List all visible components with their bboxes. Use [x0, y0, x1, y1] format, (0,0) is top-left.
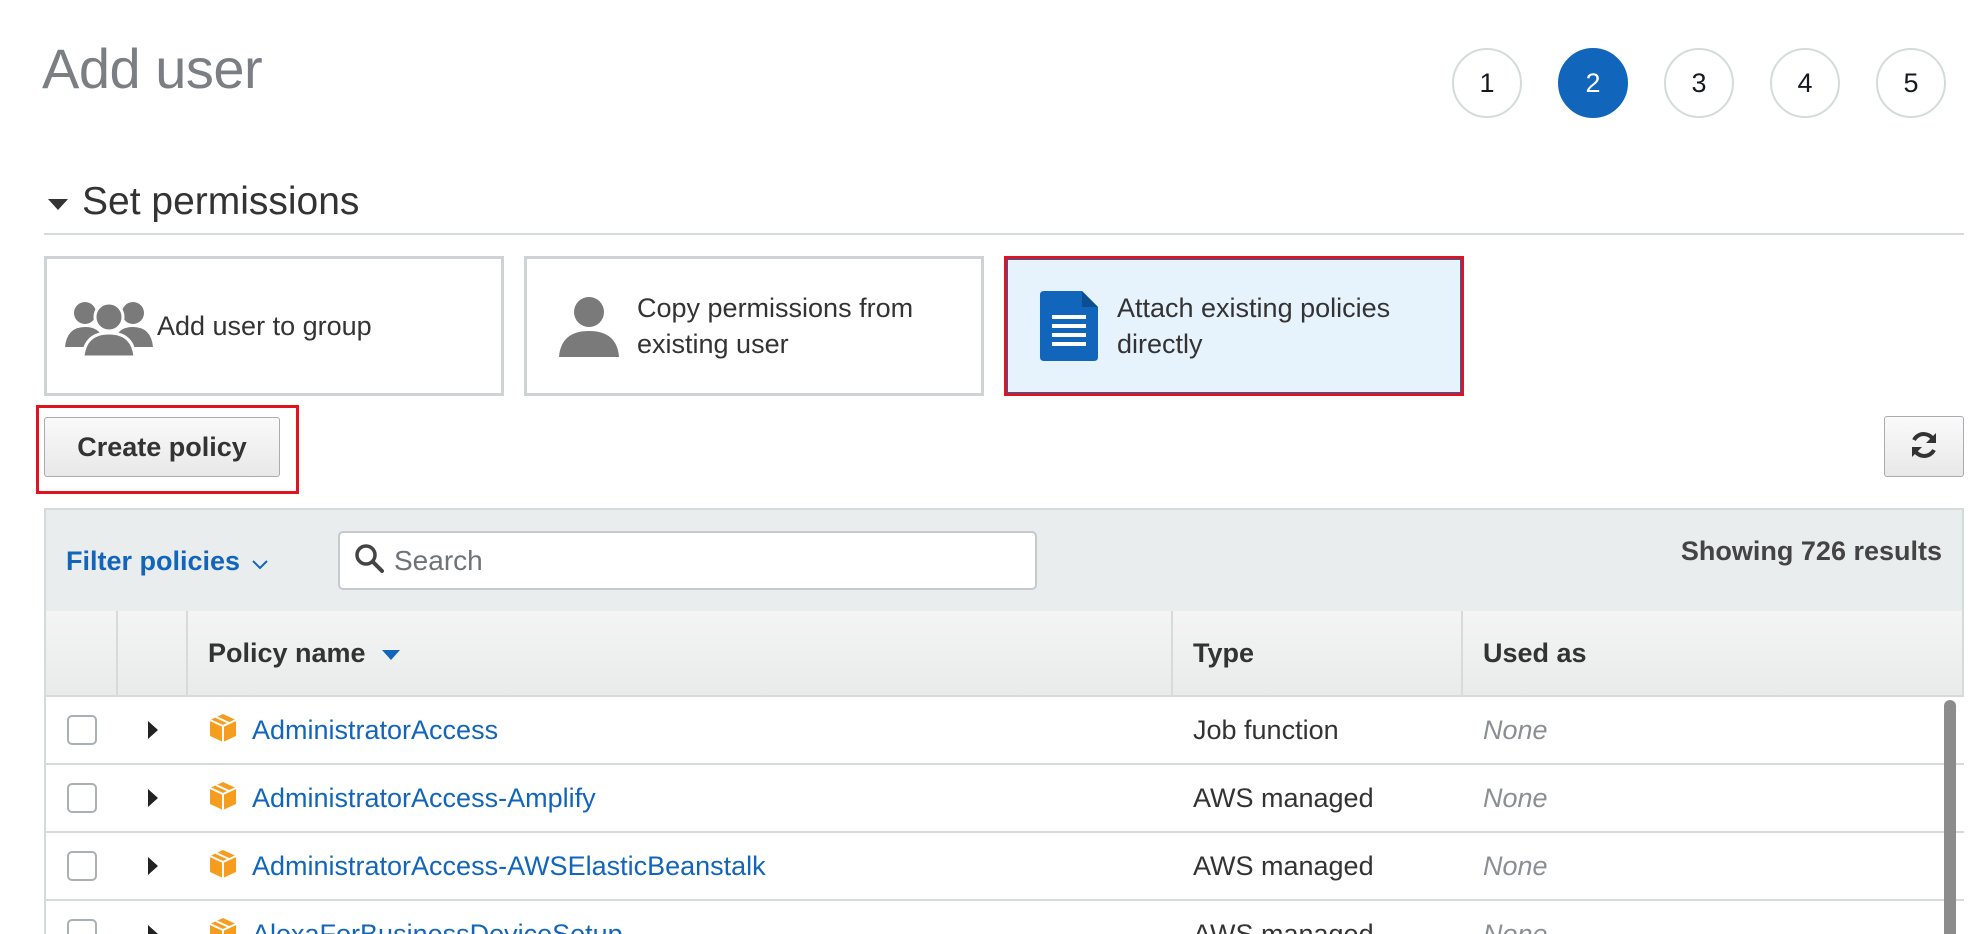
search-icon — [354, 543, 384, 578]
policy-name-link[interactable]: AlexaForBusinessDeviceSetup — [252, 919, 623, 934]
policy-type: AWS managed — [1193, 918, 1374, 934]
policy-type: AWS managed — [1193, 782, 1374, 813]
policy-icon — [208, 713, 238, 748]
permission-options: Add user to group Copy permissions from … — [44, 256, 1464, 396]
column-header-used-as[interactable]: Used as — [1463, 611, 1962, 695]
table-row: AdministratorAccess-AWSElasticBeanstalk … — [46, 833, 1964, 901]
expand-row-icon[interactable] — [148, 721, 158, 739]
step-4[interactable]: 4 — [1770, 48, 1840, 118]
chevron-down-icon — [252, 546, 268, 577]
user-icon — [541, 295, 637, 357]
policy-used-as: None — [1483, 714, 1548, 745]
create-policy-button[interactable]: Create policy — [44, 417, 280, 477]
row-checkbox[interactable] — [67, 919, 97, 934]
expand-row-icon[interactable] — [148, 925, 158, 934]
section-title: Set permissions — [82, 180, 360, 223]
filter-policies-dropdown[interactable]: Filter policies — [66, 546, 268, 577]
option-attach-policies[interactable]: Attach existing policies directly — [1004, 256, 1464, 396]
step-2[interactable]: 2 — [1558, 48, 1628, 118]
step-1[interactable]: 1 — [1452, 48, 1522, 118]
page-title: Add user — [42, 37, 263, 100]
policy-name-link[interactable]: AdministratorAccess-AWSElasticBeanstalk — [252, 851, 766, 882]
header-checkbox-column — [46, 611, 118, 695]
search-input[interactable] — [394, 544, 1014, 577]
group-icon — [61, 295, 157, 357]
option-label: Copy permissions from existing user — [637, 293, 914, 359]
step-5[interactable]: 5 — [1876, 48, 1946, 118]
caret-down-icon — [48, 198, 68, 210]
policy-icon — [208, 917, 238, 934]
header-expand-column — [118, 611, 188, 695]
column-header-policy-name[interactable]: Policy name — [188, 611, 1173, 695]
table-row: AdministratorAccess Job function None — [46, 697, 1964, 765]
policies-table: Policy name Type Used as AdministratorAc… — [44, 611, 1964, 934]
expand-row-icon[interactable] — [148, 789, 158, 807]
sort-desc-icon — [381, 650, 400, 660]
refresh-icon — [1909, 430, 1939, 463]
filter-label: Filter policies — [66, 546, 241, 576]
step-indicator: 1 2 3 4 5 — [1452, 48, 1946, 118]
policy-icon — [208, 781, 238, 816]
option-label: Add user to group — [157, 311, 372, 341]
policy-name-link[interactable]: AdministratorAccess-Amplify — [252, 783, 596, 814]
expand-row-icon[interactable] — [148, 857, 158, 875]
policy-used-as: None — [1483, 782, 1548, 813]
row-checkbox[interactable] — [67, 851, 97, 881]
column-label: Used as — [1483, 637, 1587, 668]
row-checkbox[interactable] — [67, 783, 97, 813]
option-label: Attach existing policies directly — [1117, 293, 1391, 359]
column-label: Type — [1193, 637, 1255, 668]
table-row: AdministratorAccess-Amplify AWS managed … — [46, 765, 1964, 833]
policy-used-as: None — [1483, 850, 1548, 881]
option-add-user-to-group[interactable]: Add user to group — [44, 256, 504, 396]
document-icon — [1021, 291, 1117, 361]
table-header: Policy name Type Used as — [44, 611, 1964, 697]
results-count: Showing 726 results — [1680, 536, 1942, 566]
policy-icon — [208, 849, 238, 884]
table-body: AdministratorAccess Job function None Ad… — [44, 697, 1964, 934]
step-3[interactable]: 3 — [1664, 48, 1734, 118]
table-row: AlexaForBusinessDeviceSetup AWS managed … — [46, 901, 1964, 934]
search-box — [338, 531, 1037, 590]
column-header-type[interactable]: Type — [1173, 611, 1463, 695]
column-label: Policy name — [208, 637, 366, 668]
policy-type: Job function — [1193, 714, 1339, 745]
option-copy-permissions[interactable]: Copy permissions from existing user — [524, 256, 984, 396]
refresh-button[interactable] — [1884, 416, 1964, 477]
row-checkbox[interactable] — [67, 715, 97, 745]
table-scrollbar[interactable] — [1944, 700, 1956, 934]
policy-used-as: None — [1483, 918, 1548, 934]
filter-bar: Filter policies Showing 726 results — [44, 508, 1964, 613]
section-divider — [44, 233, 1964, 235]
set-permissions-toggle[interactable]: Set permissions — [48, 180, 359, 224]
policy-name-link[interactable]: AdministratorAccess — [252, 715, 498, 746]
policy-type: AWS managed — [1193, 850, 1374, 881]
